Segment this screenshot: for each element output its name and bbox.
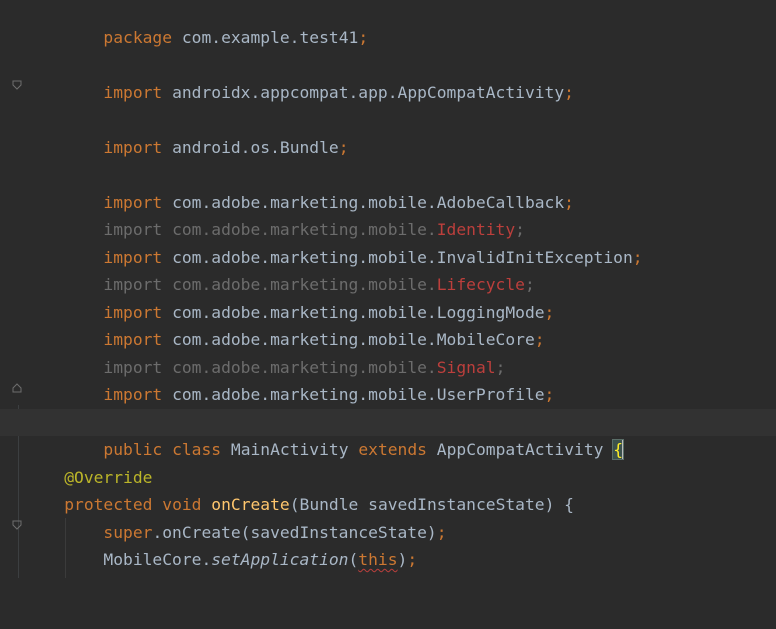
code-line-package[interactable]: package com.example.test41; [0,0,776,47]
code-line-import-bundle[interactable]: import android.os.Bundle; [0,106,776,157]
code-line-import-loggingmode[interactable]: import com.adobe.marketing.mobile.Loggin… [0,271,776,322]
super-call-rest: .onCreate(savedInstanceState) [152,522,437,542]
static-method-call: setApplication [211,550,349,569]
class-name: MainActivity [230,440,349,459]
semicolon: ; [544,385,555,404]
import-name: com.adobe.marketing.mobile.UserProfile [172,385,545,404]
keyword-class: class [172,440,222,459]
semicolon: ; [358,27,369,47]
keyword-public: public [103,440,163,459]
code-line-import-userprofile[interactable]: import com.adobe.marketing.mobile.UserPr… [0,354,776,404]
code-line-import-signal[interactable]: import com.adobe.marketing.mobile.Signal… [0,326,776,377]
code-line-import-invalidinit[interactable]: import com.adobe.marketing.mobile.Invali… [0,216,776,267]
semicolon: ; [338,137,349,157]
code-line-set-application[interactable]: MobileCore.setApplication(this); [0,546,776,574]
text-caret [622,440,625,459]
code-line-super-call[interactable]: super.onCreate(savedInstanceState); [0,519,776,547]
fold-end-marker-icon[interactable] [12,363,22,392]
fold-marker-icon[interactable] [12,60,22,90]
import-name: androidx.appcompat.app.AppCompatActivity [172,82,565,102]
keyword-super: super [103,522,153,542]
code-line-import-mobilecore[interactable]: import com.adobe.marketing.mobile.Mobile… [0,299,776,349]
keyword-package: package [103,27,173,47]
method-name: onCreate [211,495,290,514]
keyword-import: import [103,385,163,404]
method-params: (Bundle savedInstanceState) { [289,495,574,514]
code-line-import-adobecallback[interactable]: import com.adobe.marketing.mobile.AdobeC… [0,161,776,212]
keyword-import: import [103,137,163,157]
parent-class-name: AppCompatActivity [436,440,604,459]
semicolon: ; [564,82,574,102]
code-line-import-identity[interactable]: import com.adobe.marketing.mobile.Identi… [0,189,776,239]
keyword-void: void [162,495,202,514]
close-paren: ) [397,550,408,569]
fold-marker-icon[interactable] [12,500,22,530]
mobilecore-ref: MobileCore. [103,550,212,569]
keyword-import: import [103,82,163,102]
code-line-import-lifecycle[interactable]: import com.adobe.marketing.mobile.Lifecy… [0,244,776,294]
code-line-class-decl[interactable]: public class MainActivity extends AppCom… [0,408,776,460]
keyword-extends: extends [358,440,427,459]
open-paren: ( [348,550,359,569]
code-line-override[interactable]: @Override [0,464,776,492]
annotation-override: @Override [64,467,153,487]
import-name: android.os.Bundle [172,137,339,157]
package-name: com.example.test41 [181,27,359,47]
semicolon: ; [436,522,447,542]
keyword-protected: protected [64,495,153,514]
code-editor[interactable]: package com.example.test41; import andro… [0,0,776,578]
semicolon: ; [407,550,418,569]
code-line-import-appcompat[interactable]: import androidx.appcompat.app.AppCompatA… [0,51,776,102]
code-line-method-decl[interactable]: protected void onCreate(Bundle savedInst… [0,491,776,530]
keyword-this-error: this [358,550,398,569]
